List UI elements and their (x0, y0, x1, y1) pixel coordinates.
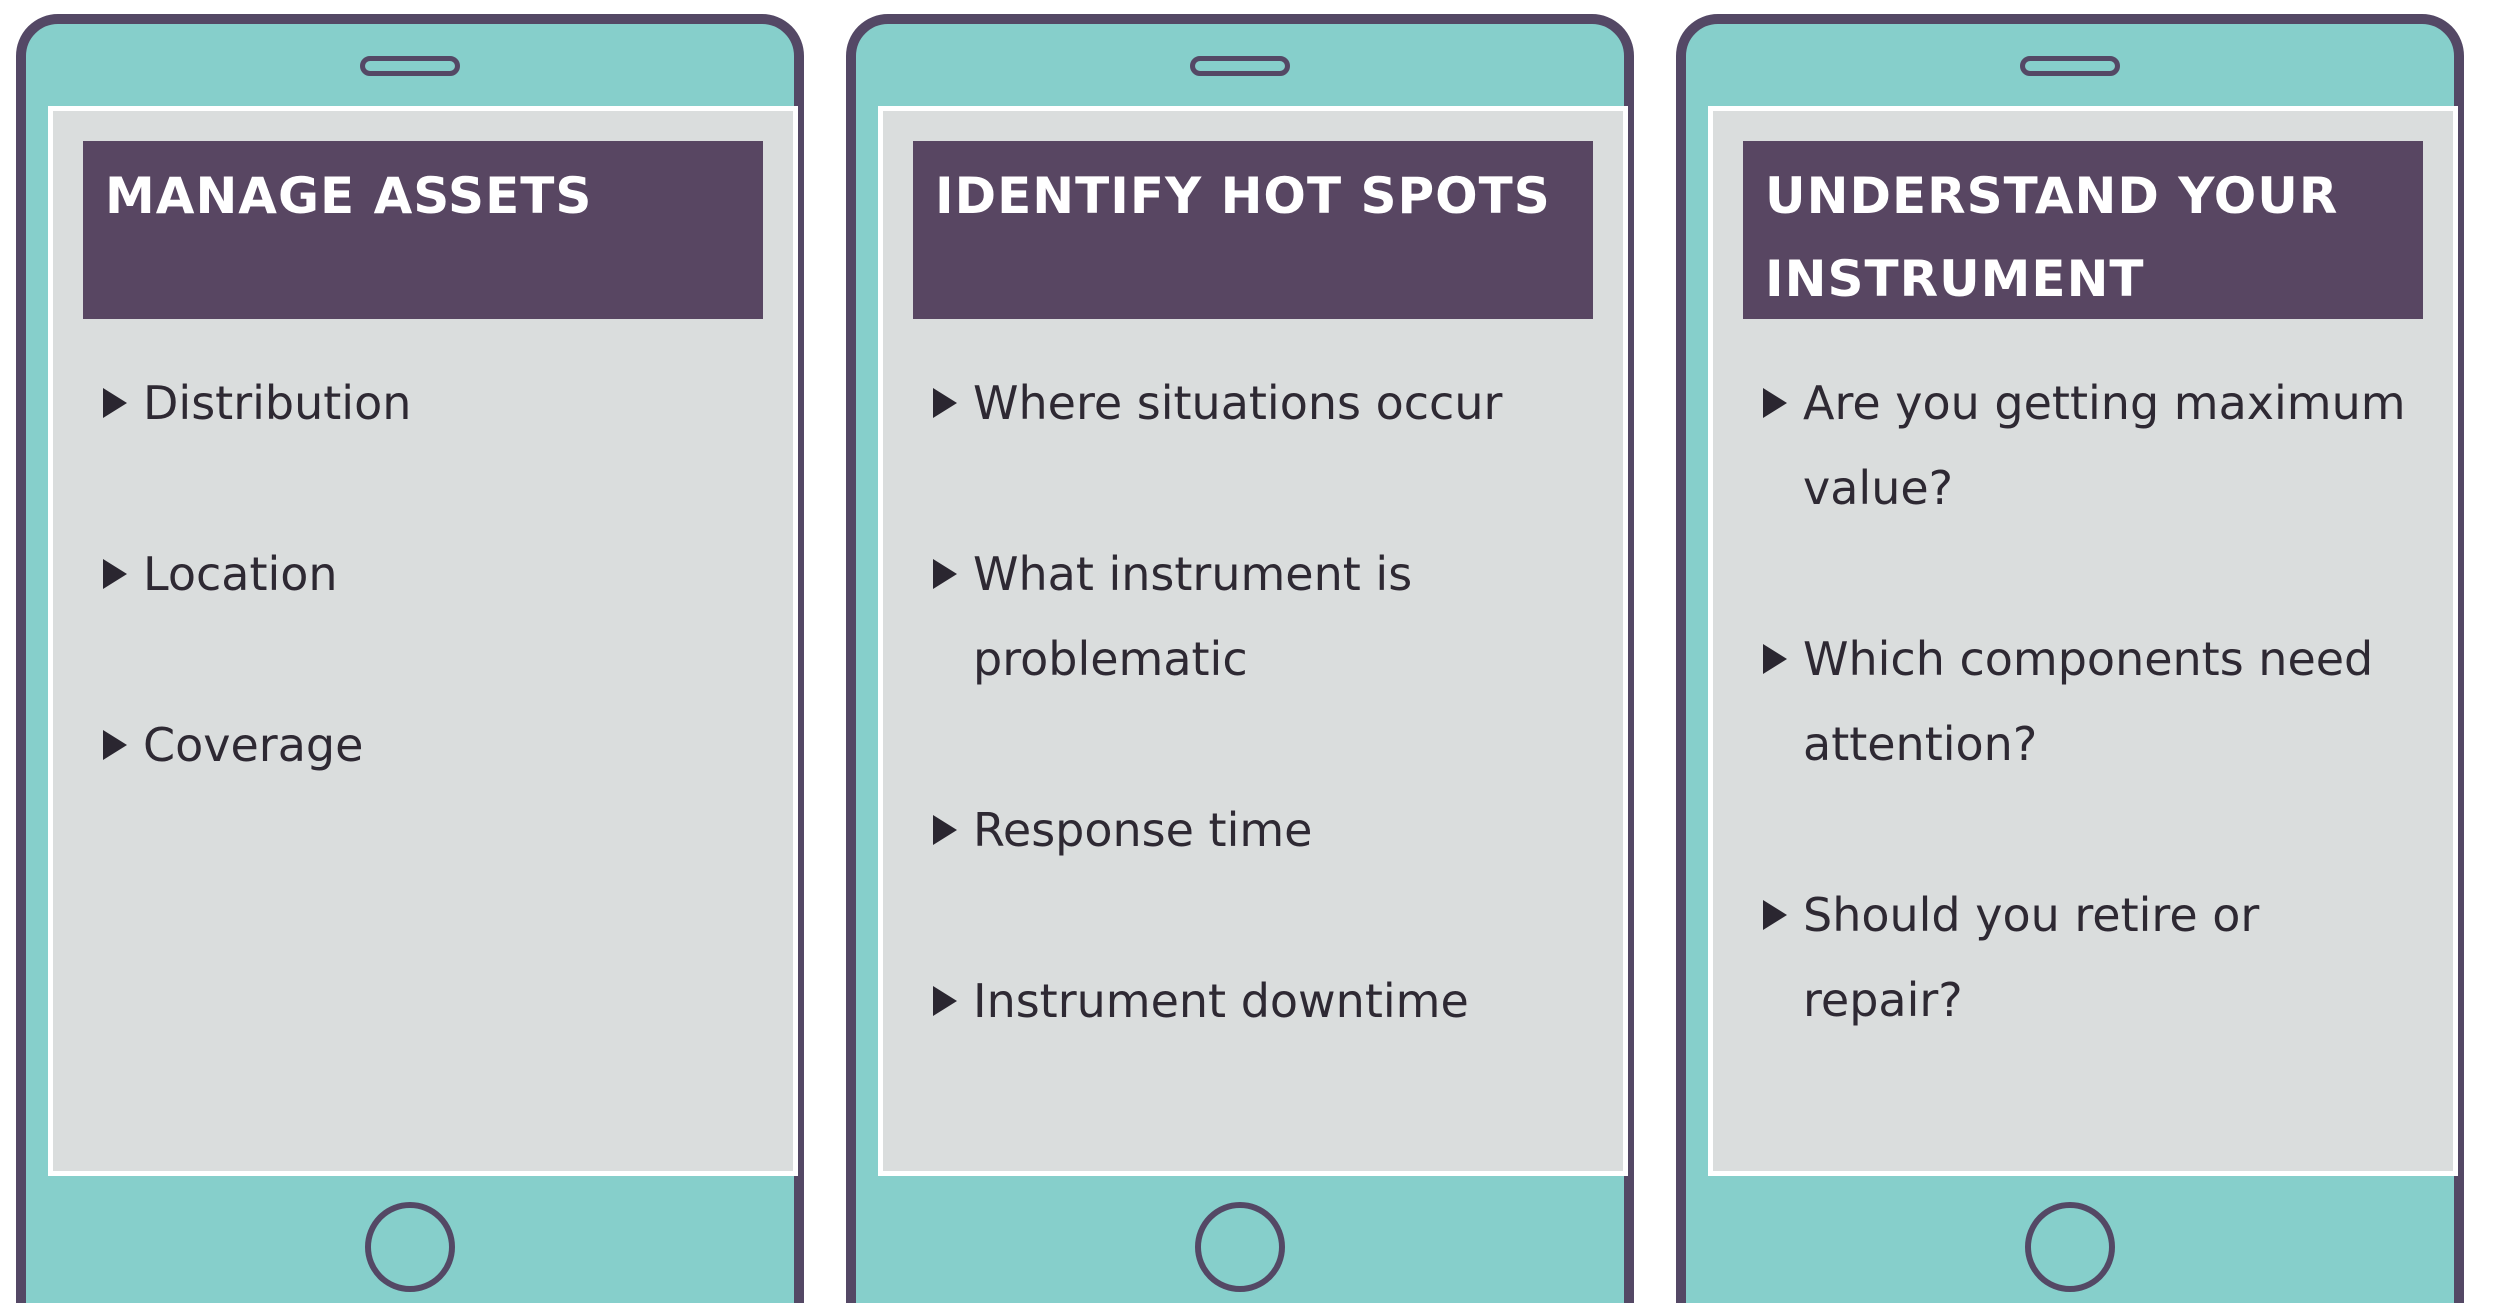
phone-screen: UNDERSTAND YOUR INSTRUMENT Are you getti… (1708, 106, 2458, 1176)
list-item-label: What instrument is problematic (973, 547, 1413, 686)
triangle-right-icon (103, 388, 127, 418)
list-item-label: Should you retire or repair? (1803, 888, 2260, 1027)
triangle-right-icon (1763, 900, 1787, 930)
list-item-label: Which components need attention? (1803, 632, 2374, 771)
list-item: What instrument is problematic (933, 532, 1603, 702)
home-button-icon (1195, 1202, 1285, 1292)
list-item-label: Are you getting maximum value? (1803, 376, 2406, 515)
speaker-icon (1190, 56, 1290, 76)
card-item-list: Distribution Location Coverage (103, 361, 773, 874)
card-item-list: Are you getting maximum value? Which com… (1763, 361, 2433, 1129)
triangle-right-icon (1763, 388, 1787, 418)
list-item-label: Coverage (143, 718, 364, 772)
phone-card-identify-hot-spots: IDENTIFY HOT SPOTS Where situations occu… (846, 14, 1634, 1303)
triangle-right-icon (933, 986, 957, 1016)
card-title: IDENTIFY HOT SPOTS (935, 167, 1551, 225)
card-banner: UNDERSTAND YOUR INSTRUMENT (1743, 141, 2423, 319)
card-title: MANAGE ASSETS (105, 167, 593, 225)
phone-screen: IDENTIFY HOT SPOTS Where situations occu… (878, 106, 1628, 1176)
list-item: Should you retire or repair? (1763, 873, 2433, 1043)
list-item: Are you getting maximum value? (1763, 361, 2433, 531)
list-item-label: Location (143, 547, 338, 601)
list-item-label: Response time (973, 803, 1313, 857)
home-button-icon (2025, 1202, 2115, 1292)
card-banner: IDENTIFY HOT SPOTS (913, 141, 1593, 319)
list-item-label: Instrument downtime (973, 974, 1469, 1028)
speaker-icon (2020, 56, 2120, 76)
triangle-right-icon (103, 559, 127, 589)
phone-diagram: MANAGE ASSETS Distribution Location Cove… (0, 0, 2496, 1303)
list-item-label: Where situations occur (973, 376, 1503, 430)
card-item-list: Where situations occur What instrument i… (933, 361, 1603, 1130)
list-item-label: Distribution (143, 376, 412, 430)
triangle-right-icon (933, 559, 957, 589)
list-item: Instrument downtime (933, 959, 1603, 1044)
phone-card-understand-your-instrument: UNDERSTAND YOUR INSTRUMENT Are you getti… (1676, 14, 2464, 1303)
triangle-right-icon (933, 388, 957, 418)
triangle-right-icon (1763, 644, 1787, 674)
list-item: Where situations occur (933, 361, 1603, 446)
list-item: Location (103, 532, 773, 617)
list-item: Response time (933, 788, 1603, 873)
triangle-right-icon (103, 730, 127, 760)
card-banner: MANAGE ASSETS (83, 141, 763, 319)
speaker-icon (360, 56, 460, 76)
list-item: Which components need attention? (1763, 617, 2433, 787)
phone-card-manage-assets: MANAGE ASSETS Distribution Location Cove… (16, 14, 804, 1303)
list-item: Coverage (103, 703, 773, 788)
phone-screen: MANAGE ASSETS Distribution Location Cove… (48, 106, 798, 1176)
list-item: Distribution (103, 361, 773, 446)
card-title: UNDERSTAND YOUR INSTRUMENT (1765, 167, 2339, 308)
triangle-right-icon (933, 815, 957, 845)
home-button-icon (365, 1202, 455, 1292)
